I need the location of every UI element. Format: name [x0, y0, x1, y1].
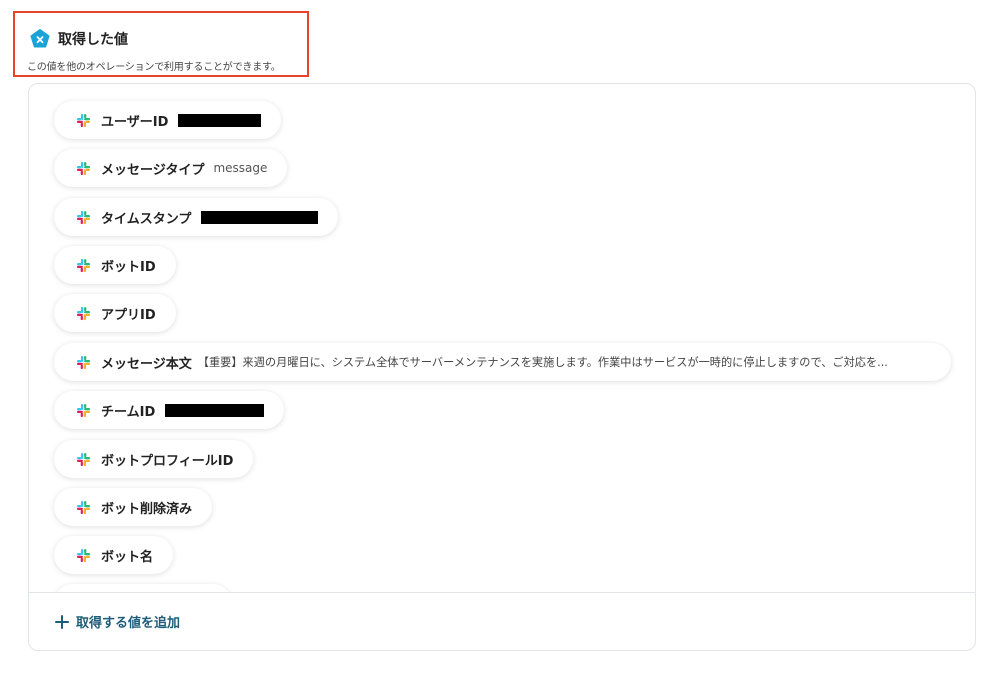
field-label: ボットプロフィールID	[101, 453, 234, 469]
add-value-label: 取得する値を追加	[76, 616, 181, 631]
slack-icon	[76, 548, 91, 562]
field-chip-bot-profile-id[interactable]: ボットプロフィールID	[54, 440, 254, 478]
section-title: 取得した値	[58, 32, 128, 48]
field-value: 【重要】来週の月曜日に、システム全体でサーバーメンテナンスを実施します。作業中は…	[197, 356, 888, 369]
field-chip-bot-deleted[interactable]: ボット削除済み	[54, 488, 213, 526]
field-label: アプリID	[101, 307, 156, 323]
slack-icon	[76, 500, 91, 514]
slack-icon	[76, 306, 91, 320]
slack-icon	[76, 210, 91, 224]
field-chip-partial[interactable]	[54, 584, 232, 592]
field-label: ボット削除済み	[101, 501, 193, 517]
divider	[29, 592, 975, 593]
field-chip-bot-id[interactable]: ボットID	[54, 246, 176, 284]
slack-icon	[76, 161, 91, 175]
redacted-value	[178, 113, 262, 127]
field-label: チームID	[101, 404, 156, 420]
slack-icon	[76, 452, 91, 466]
slack-icon	[76, 113, 91, 127]
field-chip-message-body[interactable]: メッセージ本文 【重要】来週の月曜日に、システム全体でサーバーメンテナンスを実施…	[54, 343, 951, 381]
redacted-value	[201, 210, 319, 224]
redacted-value	[165, 403, 265, 417]
field-value: message	[213, 161, 268, 175]
add-value-button[interactable]: 取得する値を追加	[55, 612, 180, 631]
field-chip-team-id[interactable]: チームID	[54, 391, 285, 429]
field-label: タイムスタンプ	[101, 211, 192, 227]
yoom-x-badge-icon	[30, 29, 50, 48]
slack-icon	[76, 355, 91, 369]
field-label: ボットID	[101, 259, 156, 275]
field-chip-bot-name[interactable]: ボット名	[54, 536, 174, 574]
retrieved-values-panel: ユーザーID メッセージタイプ message タイムスタンプ ボットID アプ…	[28, 83, 976, 651]
slack-icon	[76, 403, 91, 417]
field-label: メッセージタイプ	[101, 162, 205, 178]
field-list[interactable]: ユーザーID メッセージタイプ message タイムスタンプ ボットID アプ…	[29, 84, 975, 592]
field-chip-user-id[interactable]: ユーザーID	[54, 101, 282, 139]
section-header: 取得した値	[30, 29, 128, 49]
plus-icon	[55, 614, 69, 629]
field-chip-message-type[interactable]: メッセージタイプ message	[54, 149, 288, 187]
field-label: ユーザーID	[101, 114, 169, 130]
field-label: ボット名	[101, 549, 154, 565]
field-label: メッセージ本文	[101, 356, 192, 372]
section-description: この値を他のオペレーションで利用することができます。	[27, 62, 281, 73]
slack-icon	[76, 258, 91, 272]
field-chip-app-id[interactable]: アプリID	[54, 294, 176, 332]
field-chip-timestamp[interactable]: タイムスタンプ	[54, 198, 339, 236]
highlight-frame: 取得した値 この値を他のオペレーションで利用することができます。	[13, 11, 309, 77]
